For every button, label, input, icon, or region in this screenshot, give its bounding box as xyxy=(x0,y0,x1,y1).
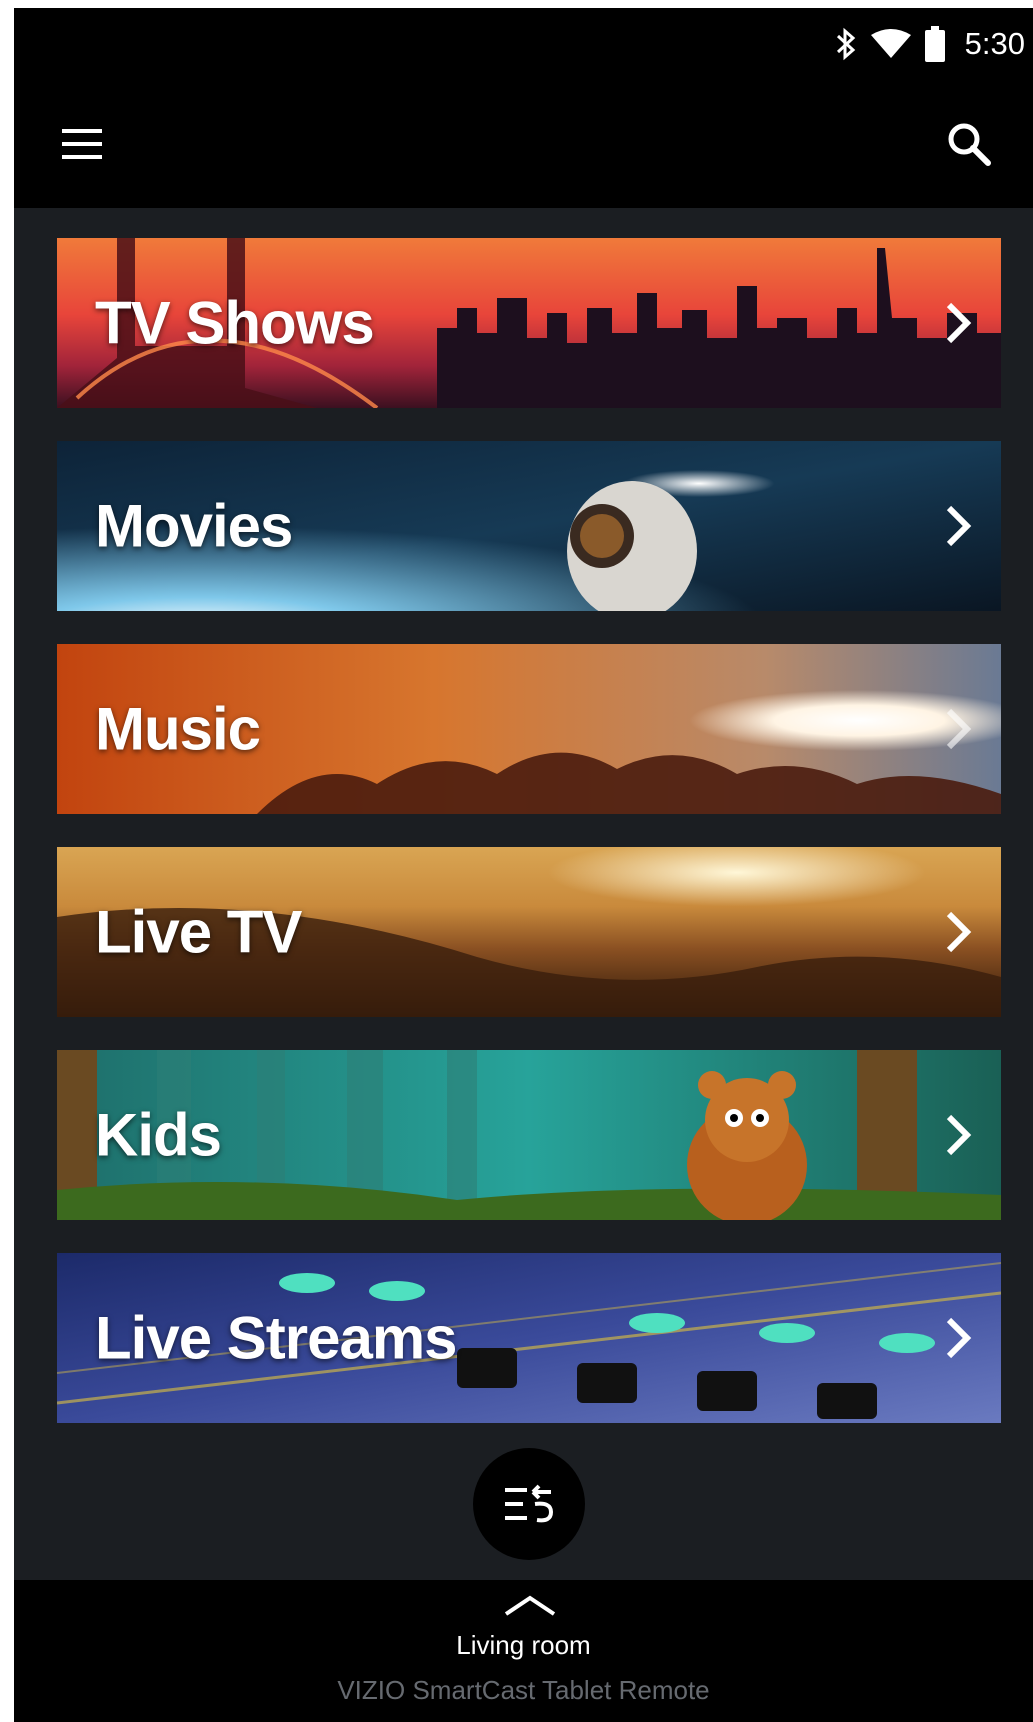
app-name: VIZIO SmartCast Tablet Remote xyxy=(337,1675,710,1705)
bottom-device-bar[interactable]: Living room VIZIO SmartCast Tablet Remot… xyxy=(14,1580,1033,1722)
category-list: TV Shows Movies Music Live TV Kids Live … xyxy=(14,208,1033,1588)
queue-button[interactable] xyxy=(473,1448,585,1560)
wifi-icon xyxy=(871,29,911,58)
chevron-right-icon xyxy=(946,1114,972,1156)
device-room-name[interactable]: Living room xyxy=(14,1630,1033,1661)
category-tile-movies[interactable]: Movies xyxy=(57,441,1001,611)
category-tile-music[interactable]: Music xyxy=(57,644,1001,814)
app-bar xyxy=(14,80,1033,208)
chevron-right-icon xyxy=(946,1317,972,1359)
category-label: Live TV xyxy=(95,898,302,966)
chevron-up-icon[interactable] xyxy=(502,1594,558,1616)
category-label: Live Streams xyxy=(95,1304,458,1372)
app-screen: 5:30 TV Shows Movies Music Live TV Kids … xyxy=(14,8,1033,1722)
search-button[interactable] xyxy=(941,116,997,172)
battery-icon xyxy=(925,26,945,62)
search-icon xyxy=(948,123,991,166)
hamburger-menu-icon xyxy=(62,129,102,159)
category-tile-live-streams[interactable]: Live Streams xyxy=(57,1253,1001,1423)
chevron-right-icon xyxy=(946,505,972,547)
category-tile-live-tv[interactable]: Live TV xyxy=(57,847,1001,1017)
queue-return-icon xyxy=(505,1484,554,1523)
bluetooth-icon xyxy=(836,27,856,61)
category-label: Kids xyxy=(95,1101,222,1169)
category-tile-tv-shows[interactable]: TV Shows xyxy=(57,238,1001,408)
chevron-right-icon xyxy=(946,302,972,344)
chevron-right-icon xyxy=(946,708,972,750)
status-bar: 5:30 xyxy=(14,8,1033,80)
status-time: 5:30 xyxy=(964,26,1025,61)
category-label: Music xyxy=(95,695,261,763)
status-icons xyxy=(835,26,945,62)
chevron-right-icon xyxy=(946,911,972,953)
category-label: Movies xyxy=(95,492,293,560)
menu-button[interactable] xyxy=(54,116,110,172)
category-label: TV Shows xyxy=(95,289,375,357)
category-tile-kids[interactable]: Kids xyxy=(57,1050,1001,1220)
